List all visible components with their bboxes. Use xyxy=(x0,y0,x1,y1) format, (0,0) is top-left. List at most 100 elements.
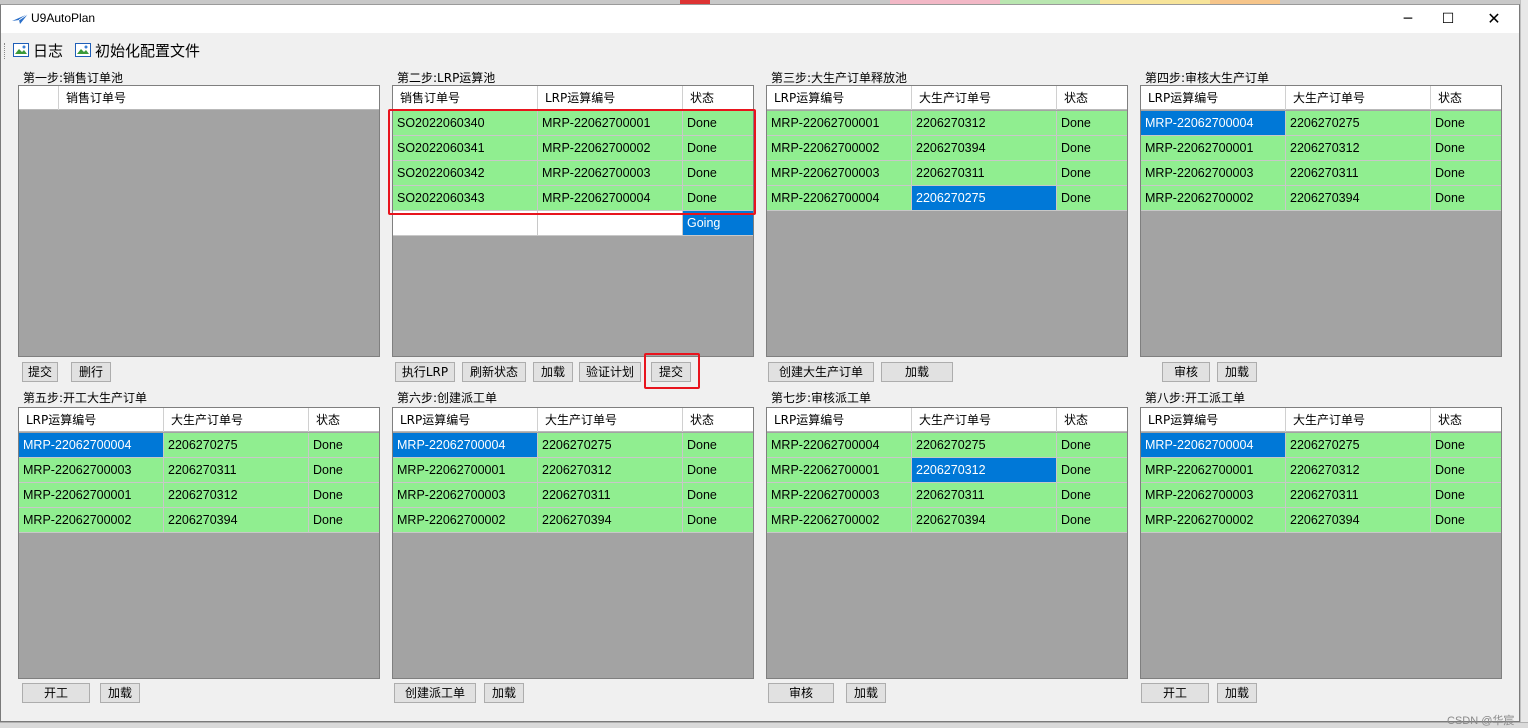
data-grid[interactable]: LRP运算编号 大生产订单号 状态 MRP-22062700004 2206270275… xyxy=(1140,85,1502,357)
table-cell[interactable]: Done xyxy=(1057,458,1127,483)
table-cell[interactable]: MRP-22062700003 xyxy=(767,161,912,186)
table-row[interactable]: MRP-22062700001 2206270312 Done xyxy=(1141,458,1501,483)
table-row[interactable]: MRP-22062700001 2206270312 Done xyxy=(767,458,1127,483)
table-cell[interactable]: Done xyxy=(1057,433,1127,458)
column-header[interactable]: 大生产订单号 xyxy=(164,408,309,432)
table-cell[interactable]: 2206270275 xyxy=(1286,433,1431,458)
table-cell[interactable]: Done xyxy=(1057,186,1127,211)
table-cell[interactable]: 2206270312 xyxy=(538,458,683,483)
table-row[interactable]: MRP-22062700001 2206270312 Done xyxy=(767,111,1127,136)
column-header[interactable] xyxy=(19,86,59,110)
table-cell[interactable]: MRP-22062700004 xyxy=(1141,433,1286,458)
menu-item-log[interactable]: 日志 xyxy=(13,39,63,61)
table-cell[interactable]: MRP-22062700003 xyxy=(393,483,538,508)
column-header[interactable]: LRP运算编号 xyxy=(19,408,164,432)
table-cell[interactable]: MRP-22062700002 xyxy=(767,508,912,533)
table-cell[interactable]: MRP-22062700001 xyxy=(1141,136,1286,161)
column-header[interactable]: 状态 xyxy=(1431,86,1501,110)
table-cell[interactable]: Done xyxy=(309,508,379,533)
column-header[interactable]: LRP运算编号 xyxy=(1141,86,1286,110)
table-row[interactable]: MRP-22062700004 2206270275 Done xyxy=(19,433,379,458)
table-cell[interactable]: 2206270312 xyxy=(1286,458,1431,483)
data-grid[interactable]: LRP运算编号 大生产订单号 状态 MRP-22062700004 2206270275… xyxy=(18,407,380,679)
table-cell[interactable]: Done xyxy=(683,483,753,508)
column-header[interactable]: LRP运算编号 xyxy=(538,86,683,110)
table-cell[interactable]: MRP-22062700004 xyxy=(393,433,538,458)
table-row[interactable]: MRP-22062700002 2206270394 Done xyxy=(767,136,1127,161)
column-header[interactable]: 状态 xyxy=(1057,408,1127,432)
table-cell[interactable]: Done xyxy=(1057,111,1127,136)
table-cell[interactable]: MRP-22062700004 xyxy=(1141,111,1286,136)
column-header[interactable]: 状态 xyxy=(1057,86,1127,110)
table-cell[interactable]: MRP-22062700003 xyxy=(767,483,912,508)
table-cell[interactable]: 2206270394 xyxy=(164,508,309,533)
column-header[interactable]: 销售订单号 xyxy=(393,86,538,110)
table-cell[interactable]: 2206270394 xyxy=(1286,508,1431,533)
title-bar[interactable]: U9AutoPlan ─ ☐ ✕ xyxy=(1,5,1519,33)
table-cell[interactable]: Done xyxy=(1431,483,1501,508)
table-cell[interactable]: 2206270311 xyxy=(1286,483,1431,508)
table-row[interactable]: MRP-22062700001 2206270312 Done xyxy=(1141,136,1501,161)
table-cell[interactable]: 2206270311 xyxy=(538,483,683,508)
column-header[interactable]: 大生产订单号 xyxy=(912,408,1057,432)
table-cell[interactable]: Done xyxy=(683,458,753,483)
action-button[interactable]: 加载 xyxy=(846,683,886,703)
table-cell[interactable]: MRP-22062700003 xyxy=(19,458,164,483)
action-button[interactable]: 审核 xyxy=(768,683,834,703)
table-cell[interactable]: MRP-22062700001 xyxy=(19,483,164,508)
action-button[interactable]: 加载 xyxy=(1217,683,1257,703)
table-cell[interactable]: MRP-22062700002 xyxy=(19,508,164,533)
action-button[interactable]: 创建派工单 xyxy=(394,683,476,703)
table-cell[interactable]: MRP-22062700003 xyxy=(1141,483,1286,508)
column-header[interactable]: LRP运算编号 xyxy=(1141,408,1286,432)
table-row[interactable]: MRP-22062700002 2206270394 Done xyxy=(393,508,753,533)
table-cell[interactable]: 2206270311 xyxy=(912,161,1057,186)
table-cell[interactable]: 2206270394 xyxy=(1286,186,1431,211)
action-button[interactable]: 加载 xyxy=(1217,362,1257,382)
table-cell[interactable]: 2206270312 xyxy=(912,111,1057,136)
table-cell[interactable]: Done xyxy=(1057,508,1127,533)
action-button[interactable]: 提交 xyxy=(22,362,58,382)
table-cell[interactable]: 2206270275 xyxy=(538,433,683,458)
action-button[interactable]: 验证计划 xyxy=(579,362,641,382)
table-cell[interactable]: Done xyxy=(1431,136,1501,161)
table-cell[interactable]: 2206270312 xyxy=(912,458,1057,483)
table-cell[interactable]: 2206270275 xyxy=(912,433,1057,458)
maximize-button[interactable]: ☐ xyxy=(1425,5,1471,33)
table-row[interactable]: MRP-22062700001 2206270312 Done xyxy=(19,483,379,508)
table-cell[interactable]: 2206270394 xyxy=(912,508,1057,533)
column-header[interactable]: 大生产订单号 xyxy=(1286,408,1431,432)
action-button[interactable]: 加载 xyxy=(533,362,573,382)
table-cell[interactable]: MRP-22062700002 xyxy=(1141,186,1286,211)
table-cell[interactable]: MRP-22062700004 xyxy=(19,433,164,458)
table-row[interactable]: MRP-22062700004 2206270275 Done xyxy=(767,186,1127,211)
close-button[interactable]: ✕ xyxy=(1471,5,1517,33)
table-row[interactable]: MRP-22062700004 2206270275 Done xyxy=(767,433,1127,458)
table-row[interactable]: MRP-22062700003 2206270311 Done xyxy=(1141,161,1501,186)
column-header[interactable]: 大生产订单号 xyxy=(538,408,683,432)
table-row[interactable]: MRP-22062700003 2206270311 Done xyxy=(19,458,379,483)
action-button[interactable]: 开工 xyxy=(1141,683,1209,703)
table-cell[interactable]: 2206270394 xyxy=(538,508,683,533)
action-button[interactable]: 加载 xyxy=(100,683,140,703)
table-cell[interactable]: Done xyxy=(1431,508,1501,533)
action-button[interactable]: 执行LRP xyxy=(395,362,455,382)
action-button[interactable]: 加载 xyxy=(484,683,524,703)
table-cell[interactable]: Done xyxy=(1057,483,1127,508)
table-row[interactable]: MRP-22062700004 2206270275 Done xyxy=(393,433,753,458)
table-cell[interactable]: Done xyxy=(1431,161,1501,186)
table-row[interactable]: MRP-22062700002 2206270394 Done xyxy=(767,508,1127,533)
table-cell[interactable]: MRP-22062700001 xyxy=(767,458,912,483)
table-cell[interactable]: 2206270311 xyxy=(164,458,309,483)
column-header[interactable]: 状态 xyxy=(1431,408,1501,432)
table-cell[interactable]: Done xyxy=(1431,186,1501,211)
action-button[interactable]: 创建大生产订单 xyxy=(768,362,874,382)
table-cell[interactable]: 2206270275 xyxy=(1286,111,1431,136)
table-row[interactable]: MRP-22062700001 2206270312 Done xyxy=(393,458,753,483)
table-cell[interactable]: MRP-22062700004 xyxy=(767,186,912,211)
table-row[interactable]: MRP-22062700003 2206270311 Done xyxy=(393,483,753,508)
table-cell[interactable]: Done xyxy=(683,433,753,458)
table-cell[interactable]: 2206270275 xyxy=(912,186,1057,211)
action-button[interactable]: 加载 xyxy=(881,362,953,382)
data-grid[interactable]: LRP运算编号 大生产订单号 状态 MRP-22062700004 2206270275… xyxy=(392,407,754,679)
